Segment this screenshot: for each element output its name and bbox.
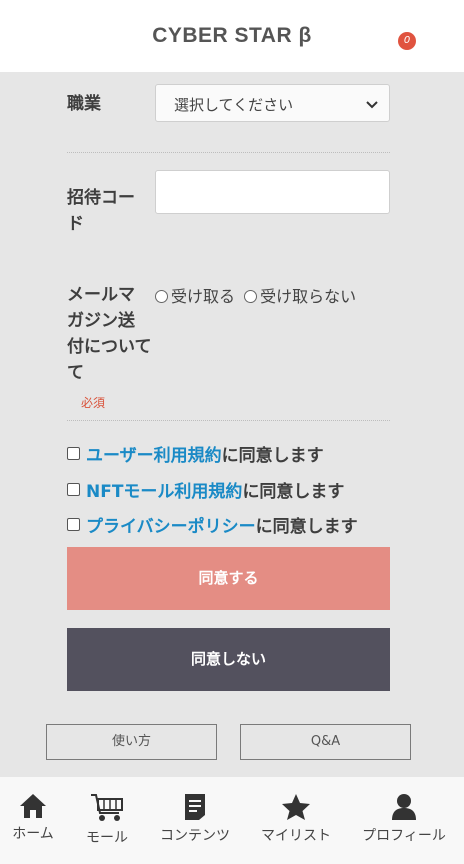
invite-code-input[interactable] (155, 170, 390, 214)
newsletter-label-line3: 付について (67, 337, 152, 357)
user-terms-link[interactable]: ユーザー利用規約 (86, 446, 222, 466)
nft-terms-link[interactable]: NFTモール利用規約 (86, 482, 242, 502)
newsletter-option-receive-label: 受け取る (171, 287, 236, 306)
newsletter-label-line1: メールマ (67, 285, 135, 305)
newsletter-label-line2: ガジン送 (67, 311, 135, 331)
newsletter-radio-group: 受け取る 受け取らない (155, 283, 356, 307)
divider (67, 420, 390, 421)
nav-item-profile[interactable]: プロフィール (356, 777, 452, 845)
app-title: CYBER STAR β (152, 24, 312, 47)
agree-nft-terms: NFTモール利用規約に同意します (67, 477, 344, 502)
newsletter-option-decline-label: 受け取らない (260, 287, 357, 306)
nav-label: ホーム (12, 826, 54, 842)
disagree-button[interactable]: 同意しない (67, 628, 390, 691)
newsletter-option-decline[interactable]: 受け取らない (240, 287, 356, 306)
nft-terms-suffix: に同意します (242, 482, 345, 502)
cart-count-badge[interactable]: 0 (398, 32, 416, 50)
how-to-button[interactable]: 使い方 (46, 724, 217, 760)
nav-item-mylist[interactable]: マイリスト (252, 777, 340, 845)
document-icon (185, 794, 205, 820)
nav-label: モール (86, 830, 128, 846)
occupation-select[interactable]: 選択してください (155, 84, 390, 122)
newsletter-option-receive[interactable]: 受け取る (155, 287, 235, 306)
star-icon (282, 794, 310, 820)
bottom-nav: ホーム モール コンテンツ マイリスト プロフィール (0, 777, 464, 864)
agree-button[interactable]: 同意する (67, 547, 390, 610)
invite-code-label-line1: 招待コー (67, 188, 135, 208)
nav-label: プロフィール (362, 828, 446, 844)
agree-privacy-policy: プライバシーポリシーに同意します (67, 512, 358, 537)
privacy-policy-link[interactable]: プライバシーポリシー (86, 517, 256, 537)
divider (67, 152, 390, 153)
home-icon (20, 794, 46, 818)
invite-code-label-line2: ド (67, 214, 84, 234)
nav-label: マイリスト (261, 828, 331, 844)
radio-button[interactable] (155, 290, 168, 303)
agree-user-terms: ユーザー利用規約に同意します (67, 441, 324, 466)
radio-button[interactable] (244, 290, 258, 303)
nav-item-mall[interactable]: モール (74, 777, 140, 847)
user-terms-checkbox[interactable] (67, 447, 80, 460)
user-terms-suffix: に同意します (221, 446, 324, 466)
nav-item-contents[interactable]: コンテンツ (150, 777, 240, 845)
privacy-policy-suffix: に同意します (255, 517, 358, 537)
nft-terms-checkbox[interactable] (67, 483, 80, 496)
cart-icon (91, 794, 123, 821)
qa-button[interactable]: Q&A (240, 724, 411, 760)
required-badge: 必須 (81, 396, 106, 410)
privacy-policy-checkbox[interactable] (67, 518, 80, 531)
nav-item-home[interactable]: ホーム (0, 777, 66, 843)
user-icon (392, 794, 416, 820)
occupation-label: 職業 (67, 94, 101, 114)
chevron-down-icon (366, 101, 378, 109)
occupation-select-value: 選択してください (174, 96, 294, 114)
app-header: CYBER STAR β 0 (0, 0, 464, 72)
nav-label: コンテンツ (160, 828, 230, 844)
newsletter-label-line4: て (67, 363, 84, 383)
